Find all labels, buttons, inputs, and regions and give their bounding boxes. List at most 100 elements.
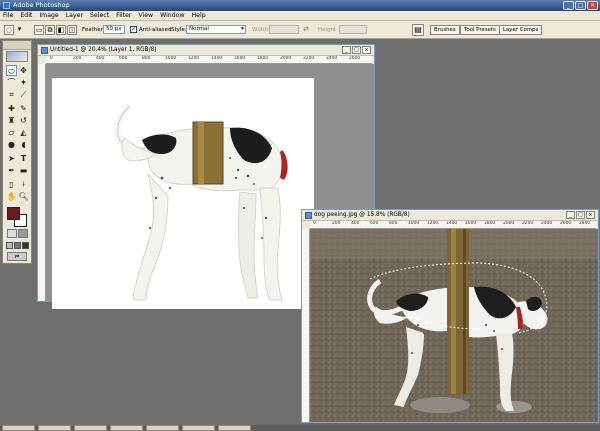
lasso-tool-icon[interactable]: ⌒ (6, 77, 17, 88)
menu-file[interactable]: File (3, 12, 13, 19)
quick-mask-icon[interactable] (18, 229, 28, 238)
minimized-document[interactable] (2, 425, 35, 431)
dog-photo-image (310, 229, 598, 422)
maximize-button[interactable]: □ (576, 211, 585, 219)
palette-well-icon[interactable]: ▤ (412, 24, 424, 36)
minimized-document[interactable] (74, 425, 107, 431)
new-selection-icon[interactable]: ▭ (34, 25, 44, 35)
minimized-document[interactable] (146, 425, 179, 431)
ruler-tick-label: 1200 (188, 56, 200, 61)
menu-filter[interactable]: Filter (116, 12, 131, 19)
canvas-white-document[interactable] (52, 78, 314, 309)
marquee-tool-icon[interactable]: ⬭ (6, 65, 17, 76)
eyedropper-icon[interactable]: ⟊ (18, 179, 29, 190)
hand-tool-icon[interactable]: ✋ (6, 191, 17, 202)
tab-tool-presets[interactable]: Tool Presets (460, 25, 500, 35)
minimized-documents-strip (0, 425, 600, 431)
menu-edit[interactable]: Edit (20, 12, 32, 19)
screen-mode-standard-icon[interactable] (6, 242, 13, 249)
imageready-jump-icon[interactable]: ⇌ (7, 252, 27, 261)
minimize-button[interactable]: _ (342, 46, 351, 54)
move-tool-icon[interactable]: ✥ (18, 65, 29, 76)
subtract-selection-icon[interactable]: ◧ (56, 25, 66, 35)
minimized-document[interactable] (110, 425, 143, 431)
ellipse-marquee-preset-icon[interactable]: ◌ (4, 25, 14, 35)
style-select[interactable]: Normal ▾ (186, 25, 246, 34)
magic-wand-icon[interactable]: ✦ (18, 77, 29, 88)
standard-mode-icon[interactable] (7, 229, 17, 238)
blur-tool-icon[interactable]: ● (6, 139, 17, 150)
ruler-tick-label: 1000 (165, 56, 177, 61)
add-to-selection-icon[interactable]: ⧉ (45, 25, 55, 35)
eraser-tool-icon[interactable]: ▱ (6, 127, 17, 138)
ruler-tick-label: 2200 (303, 56, 315, 61)
minimized-document[interactable] (38, 425, 71, 431)
ruler-tick-label: 800 (389, 221, 398, 226)
preset-dropdown-icon[interactable]: ▾ (16, 25, 23, 35)
width-label: Width: (252, 27, 270, 33)
width-input[interactable] (269, 25, 299, 34)
foreground-color-swatch[interactable] (7, 207, 20, 220)
slice-tool-icon[interactable]: ⟋ (18, 89, 29, 100)
tab-brushes[interactable]: Brushes (430, 25, 460, 35)
ruler-tick-label: 1200 (427, 221, 439, 226)
document-title-bar: dog peeing.jpg @ 15.8% (RGB/8) _ □ × (302, 210, 598, 221)
path-selection-icon[interactable]: ➤ (6, 153, 17, 164)
minimized-document[interactable] (182, 425, 215, 431)
minimized-document[interactable] (218, 425, 251, 431)
maximize-button[interactable]: □ (575, 1, 586, 10)
intersect-selection-icon[interactable]: ◫ (67, 25, 77, 35)
document-icon (305, 212, 312, 219)
menu-bar: File Edit Image Layer Select Filter View… (0, 11, 600, 21)
close-button[interactable]: × (587, 1, 598, 10)
toolbox: ⬭ ✥ ⌒ ✦ ⌗ ⟋ ✚ ✎ ♜ ↺ ▱ ◭ ● ◖ ➤ T ✒ ▬ ▯ ⟊ … (2, 40, 32, 264)
menu-view[interactable]: View (138, 12, 153, 19)
menu-image[interactable]: Image (39, 12, 58, 19)
style-label: Style: (171, 27, 187, 33)
antialiased-checkbox[interactable]: ✓ (130, 26, 137, 33)
healing-brush-icon[interactable]: ✚ (6, 103, 17, 114)
menu-window[interactable]: Window (160, 12, 184, 19)
screen-mode-menubar-icon[interactable] (14, 242, 21, 249)
history-brush-icon[interactable]: ↺ (18, 115, 29, 126)
menu-select[interactable]: Select (90, 12, 109, 19)
screen-mode-full-icon[interactable] (22, 242, 29, 249)
document-title-bar: Untitled-1 @ 20.4% (Layer 1, RGB/8) _ □ … (38, 45, 374, 56)
height-label: Height: (318, 27, 339, 33)
brush-tool-icon[interactable]: ✎ (18, 103, 29, 114)
ruler-tick-label: 400 (96, 56, 105, 61)
height-input[interactable] (339, 25, 367, 34)
feather-input[interactable]: 50 px (103, 25, 125, 34)
minimize-button[interactable]: _ (566, 211, 575, 219)
menu-layer[interactable]: Layer (66, 12, 83, 19)
tab-layer-comps[interactable]: Layer Comps (499, 25, 543, 35)
ruler-tick-label: 2400 (326, 56, 338, 61)
ruler-tick-label: 2600 (560, 221, 572, 226)
minimize-button[interactable]: _ (563, 1, 574, 10)
close-button[interactable]: × (586, 211, 595, 219)
ruler-tick-label: 200 (332, 221, 341, 226)
document-window-dog-photo: dog peeing.jpg @ 15.8% (RGB/8) _ □ × 0 2… (301, 209, 599, 423)
dodge-tool-icon[interactable]: ◖ (18, 139, 29, 150)
photo-canvas[interactable] (310, 229, 598, 422)
pen-tool-icon[interactable]: ✒ (6, 165, 17, 176)
feather-logo-icon[interactable] (6, 51, 28, 62)
window-controls: _ □ × (563, 1, 598, 10)
type-tool-icon[interactable]: T (18, 153, 29, 164)
shape-tool-icon[interactable]: ▬ (18, 165, 29, 176)
swap-dimensions-icon[interactable]: ⇄ (303, 26, 311, 33)
maximize-button[interactable]: □ (352, 46, 361, 54)
ruler-tick-label: 400 (351, 221, 360, 226)
crop-tool-icon[interactable]: ⌗ (6, 89, 17, 100)
notes-tool-icon[interactable]: ▯ (6, 179, 17, 190)
toolbox-grip[interactable] (3, 41, 31, 50)
ruler-tick-label: 2000 (280, 56, 292, 61)
ruler-tick-label: 1600 (465, 221, 477, 226)
zoom-tool-icon[interactable]: 🔍︎ (18, 191, 29, 202)
clone-stamp-icon[interactable]: ♜ (6, 115, 17, 126)
close-button[interactable]: × (362, 46, 371, 54)
photoshop-app-icon (3, 2, 10, 9)
paint-bucket-icon[interactable]: ◭ (18, 127, 29, 138)
menu-help[interactable]: Help (192, 12, 206, 19)
ruler-tick-label: 0 (313, 221, 316, 226)
